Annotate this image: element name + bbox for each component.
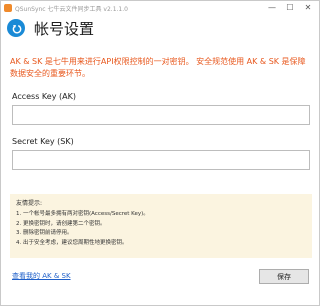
access-key-label: Access Key (AK) xyxy=(12,92,76,101)
tips-panel: 友情提示: 1. 一个帐号最多拥有两对密钥(Access/Secret Key)… xyxy=(10,194,312,258)
view-keys-link[interactable]: 查看我的 AK & SK xyxy=(12,271,71,281)
tips-title: 友情提示: xyxy=(16,200,43,207)
app-logo-icon xyxy=(4,4,12,12)
tips-item: 3. 删除密钥前请停用。 xyxy=(16,230,73,236)
secret-key-input[interactable] xyxy=(12,150,310,170)
secret-key-label: Secret Key (SK) xyxy=(12,137,74,146)
window-title: QSunSync 七牛云文件同步工具 v2.1.1.0 xyxy=(15,5,128,13)
maximize-button[interactable]: ☐ xyxy=(281,1,299,15)
save-button[interactable]: 保存 xyxy=(259,269,309,284)
back-arrow-icon xyxy=(12,24,21,34)
tips-item: 2. 更换密钥时，请创建第二个密钥。 xyxy=(16,220,106,227)
page-header: 帐号设置 xyxy=(7,17,94,39)
minimize-button[interactable]: — xyxy=(263,1,281,15)
security-notice: AK & SK 是七牛用来进行API权限控制的一对密钥。 安全规范使用 AK &… xyxy=(10,57,306,78)
account-settings-window: QSunSync 七牛云文件同步工具 v2.1.1.0 — ☐ ✕ 帐号设置 A… xyxy=(0,0,320,306)
title-bar: QSunSync 七牛云文件同步工具 v2.1.1.0 — ☐ ✕ xyxy=(1,1,319,15)
back-button[interactable] xyxy=(7,19,25,37)
tips-item: 4. 出于安全考虑，建议您周期性地更换密钥。 xyxy=(16,239,128,246)
tips-item: 1. 一个帐号最多拥有两对密钥(Access/Secret Key)。 xyxy=(16,211,149,217)
page-title: 帐号设置 xyxy=(34,19,95,38)
close-button[interactable]: ✕ xyxy=(299,1,317,15)
access-key-input[interactable] xyxy=(12,105,310,125)
window-controls: — ☐ ✕ xyxy=(263,1,317,15)
